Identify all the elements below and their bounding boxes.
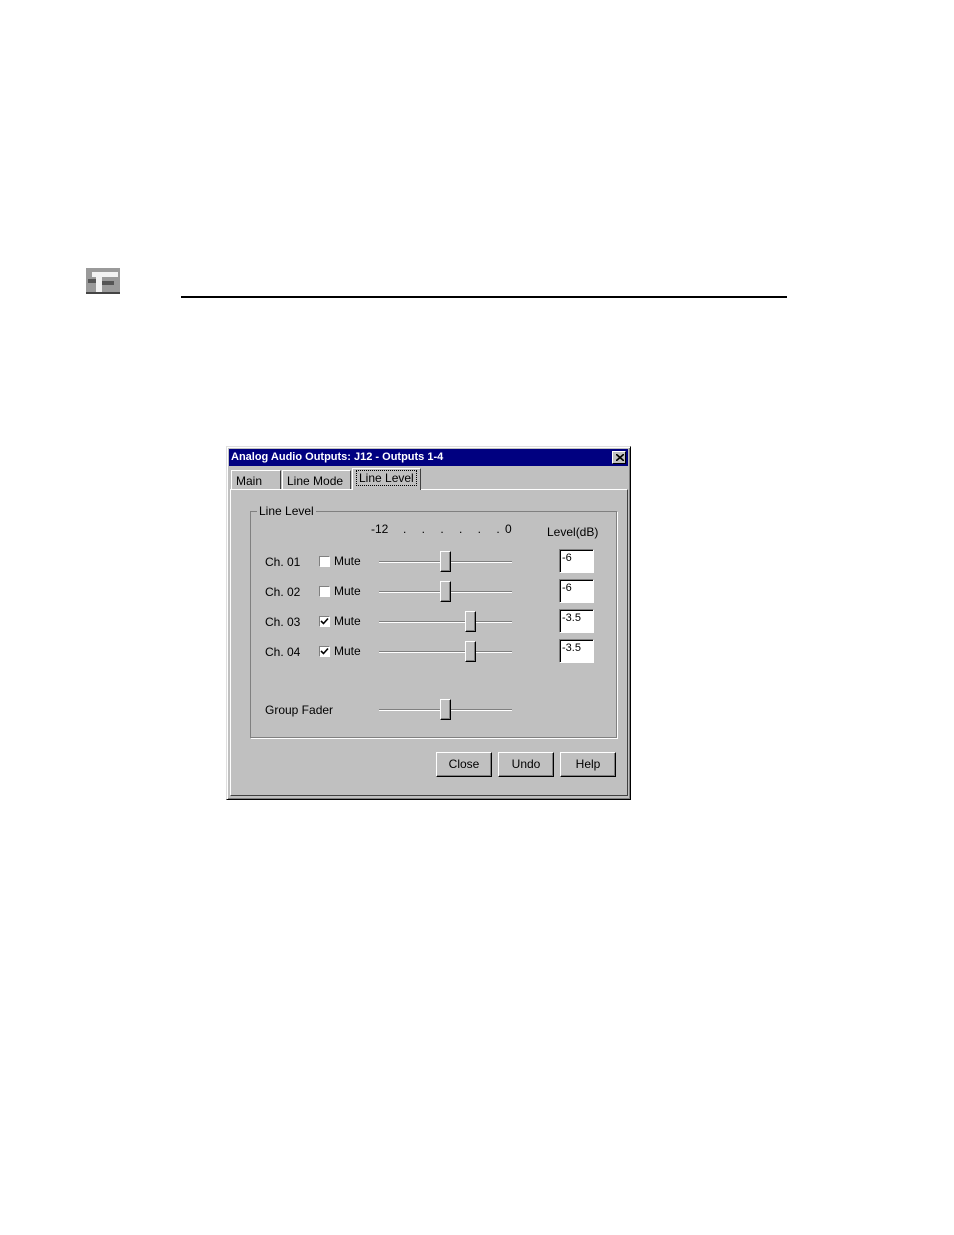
- window-title: Analog Audio Outputs: J12 - Outputs 1-4: [231, 451, 444, 463]
- line-level-panel: Line Level -12 . . . . . . 0 Level(dB) C…: [230, 489, 628, 796]
- tab-main-label: Main: [236, 474, 263, 488]
- scale-max-label: 0: [505, 522, 512, 536]
- close-window-button[interactable]: [612, 451, 626, 464]
- close-icon: [616, 454, 624, 461]
- channel-2-label: Ch. 02: [265, 585, 301, 599]
- group-label: Line Level: [257, 504, 316, 518]
- analog-audio-outputs-dialog: Analog Audio Outputs: J12 - Outputs 1-4 …: [226, 446, 631, 800]
- tab-main[interactable]: Main: [231, 470, 281, 490]
- channel-4-label: Ch. 04: [265, 645, 301, 659]
- checkmark-icon: [320, 617, 329, 625]
- tab-line-mode-label: Line Mode: [287, 474, 344, 488]
- section-rule: [181, 296, 787, 298]
- scale-ticks: . . . . . .: [403, 522, 506, 536]
- checkmark-icon: [320, 647, 329, 655]
- channel-4-mute-label: Mute: [334, 644, 361, 658]
- tab-line-level-label: Line Level: [356, 470, 417, 486]
- channel-1-slider-thumb[interactable]: [440, 551, 451, 572]
- channel-3-mute-checkbox[interactable]: [319, 616, 330, 627]
- line-level-group: Line Level -12 . . . . . . 0 Level(dB) C…: [250, 504, 617, 738]
- undo-button[interactable]: Undo: [498, 752, 554, 777]
- channel-3-level-input[interactable]: -3.5: [559, 609, 594, 633]
- channel-2-mute-label: Mute: [334, 584, 361, 598]
- channel-4-slider-thumb[interactable]: [465, 641, 476, 662]
- tab-line-level[interactable]: Line Level: [352, 468, 421, 490]
- help-button[interactable]: Help: [560, 752, 616, 777]
- channel-2-mute-checkbox[interactable]: [319, 586, 330, 597]
- channel-1-mute-checkbox[interactable]: [319, 556, 330, 567]
- channel-4-level-input[interactable]: -3.5: [559, 639, 594, 663]
- channel-4-mute-checkbox[interactable]: [319, 646, 330, 657]
- group-fader-thumb[interactable]: [440, 699, 451, 720]
- channel-1-level-input[interactable]: -6: [559, 549, 594, 573]
- title-bar[interactable]: Analog Audio Outputs: J12 - Outputs 1-4: [229, 449, 628, 466]
- group-fader-label: Group Fader: [265, 703, 334, 717]
- channel-3-label: Ch. 03: [265, 615, 301, 629]
- manual-logo-icon: [84, 264, 122, 296]
- channel-3-mute-label: Mute: [334, 614, 361, 628]
- channel-2-level-input[interactable]: -6: [559, 579, 594, 603]
- channel-4-slider-track[interactable]: [379, 651, 512, 653]
- channel-1-mute-label: Mute: [334, 554, 361, 568]
- level-header: Level(dB): [547, 525, 599, 539]
- channel-3-slider-thumb[interactable]: [465, 611, 476, 632]
- scale-min-label: -12: [371, 522, 389, 536]
- channel-1-label: Ch. 01: [265, 555, 301, 569]
- channel-3-slider-track[interactable]: [379, 621, 512, 623]
- channel-2-slider-thumb[interactable]: [440, 581, 451, 602]
- close-button[interactable]: Close: [436, 752, 492, 777]
- tab-line-mode[interactable]: Line Mode: [282, 470, 351, 490]
